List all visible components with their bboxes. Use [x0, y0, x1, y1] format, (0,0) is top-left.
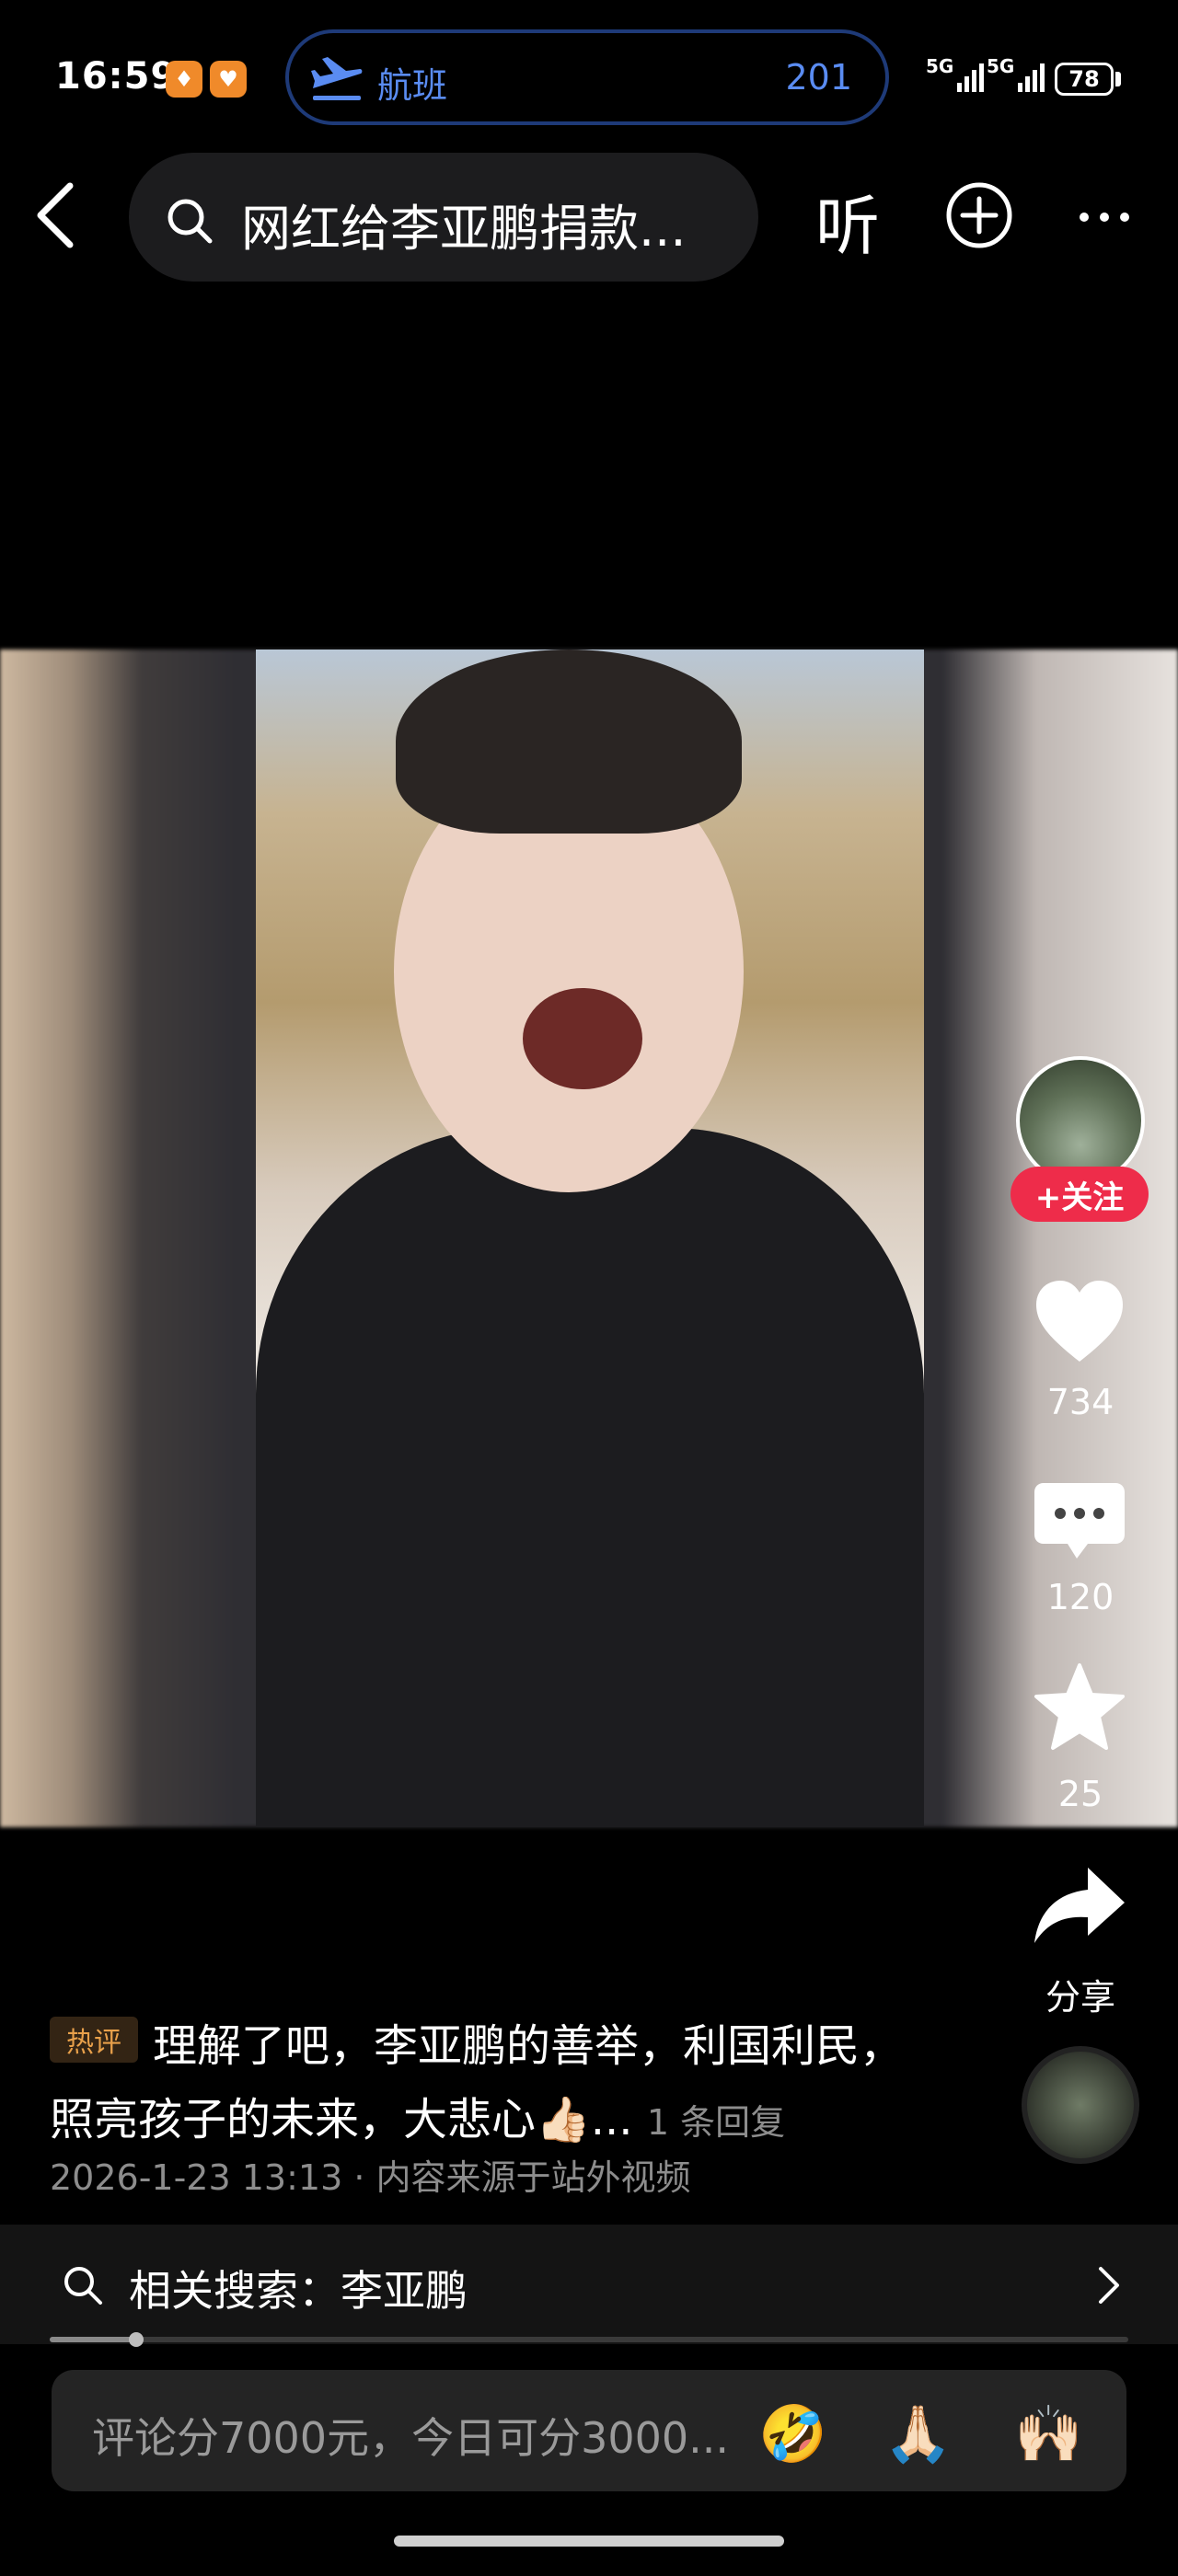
listen-button[interactable]: 听 — [815, 175, 880, 268]
flight-label: 航班 — [377, 65, 448, 106]
heart-app-icon: ♥ — [210, 61, 247, 98]
video-progress-fill — [50, 2337, 136, 2342]
star-icon[interactable] — [1031, 1662, 1128, 1754]
video-figure-mouth — [523, 988, 642, 1089]
hot-comment-line-2-text: 照亮孩子的未来，大悲心👍🏻... — [50, 2094, 633, 2145]
related-search-text: 相关搜索：李亚鹏 — [129, 2266, 468, 2316]
heart-icon[interactable] — [1031, 1277, 1128, 1369]
like-count: 734 — [1046, 1382, 1114, 1422]
signal-label-1: 5G — [926, 55, 954, 77]
flight-status-pill[interactable]: 航班 201 — [285, 29, 889, 125]
more-dots-icon[interactable] — [1077, 210, 1132, 224]
comment-count: 120 — [1046, 1577, 1114, 1617]
creator-avatar[interactable] — [1016, 1056, 1145, 1185]
app-notification-icon: ♦ — [166, 61, 202, 98]
video-progress-knob[interactable] — [128, 2332, 144, 2347]
video-progress-bar[interactable] — [50, 2332, 1128, 2347]
reply-count[interactable]: 1 条回复 — [647, 2102, 785, 2143]
comment-meta: 2026-1-23 13:13 · 内容来源于站外视频 — [50, 2157, 691, 2198]
music-disc[interactable] — [1022, 2046, 1139, 2164]
video-figure-body — [256, 1128, 924, 1827]
share-arrow-icon[interactable] — [1031, 1862, 1128, 1954]
search-bar[interactable]: 网红给李亚鹏捐款... — [129, 153, 758, 282]
home-indicator — [394, 2536, 784, 2547]
comment-input-placeholder: 评论分7000元，今日可分3000... — [92, 2413, 729, 2463]
hot-comment-line-2[interactable]: 照亮孩子的未来，大悲心👍🏻... 1 条回复 — [50, 2083, 785, 2147]
airplane-icon — [311, 57, 363, 100]
battery-tip — [1115, 72, 1121, 86]
flight-number: 201 — [785, 57, 852, 98]
search-icon — [167, 199, 213, 244]
search-query: 网红给李亚鹏捐款... — [241, 200, 687, 258]
search-icon — [64, 2267, 102, 2305]
add-circle-icon[interactable] — [944, 180, 1014, 250]
hot-comment-tag: 热评 — [50, 2017, 138, 2063]
status-time: 16:59 — [55, 55, 178, 98]
signal-bars-icon — [957, 61, 984, 92]
favorite-count: 25 — [1057, 1774, 1103, 1814]
emoji-laugh-icon[interactable]: 🤣 — [758, 2401, 827, 2467]
hot-comment-line-1[interactable]: 理解了吧，李亚鹏的善举，利国利民， — [153, 2009, 904, 2074]
comment-input[interactable]: 评论分7000元，今日可分3000... — [52, 2370, 1126, 2491]
chevron-right-icon — [1099, 2267, 1119, 2304]
video-figure-hair — [396, 650, 742, 834]
emoji-raise-hands-icon[interactable]: 🙌🏻 — [1014, 2401, 1083, 2467]
emoji-pray-icon[interactable]: 🙏🏻 — [884, 2401, 953, 2467]
related-search-bar[interactable]: 相关搜索：李亚鹏 — [0, 2225, 1178, 2344]
back-chevron-icon[interactable] — [33, 180, 79, 250]
signal-bars-icon — [1018, 61, 1045, 92]
battery-icon: 78 — [1055, 63, 1114, 96]
follow-button[interactable]: +关注 — [1011, 1167, 1149, 1222]
comment-icon[interactable] — [1031, 1478, 1128, 1570]
signal-label-2: 5G — [987, 55, 1015, 77]
share-label[interactable]: 分享 — [1009, 1969, 1152, 2019]
video-player[interactable] — [256, 650, 924, 1827]
